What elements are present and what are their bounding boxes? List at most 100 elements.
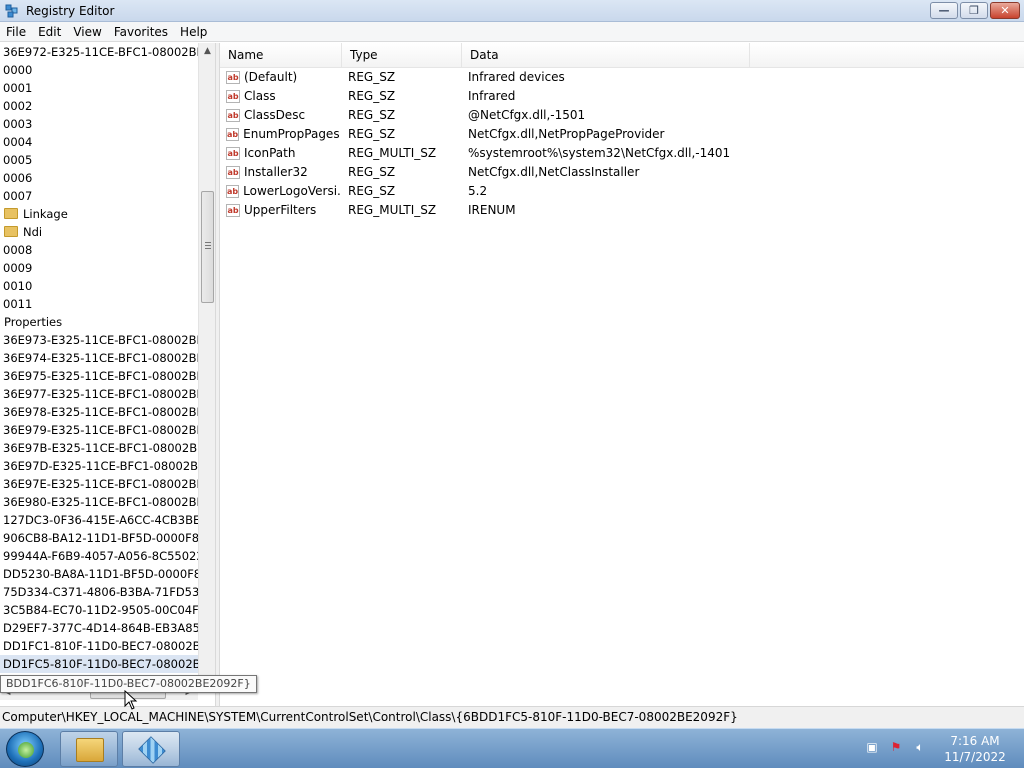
values-list: ab (Default) REG_SZ Infrared devices ab Cl… <box>220 68 1024 220</box>
tree-item[interactable]: 0001 <box>0 79 198 97</box>
tree-item[interactable]: 75D334-C371-4806-B3BA-71FD53C92 <box>0 583 198 601</box>
tree-item-selected[interactable]: DD1FC5-810F-11D0-BEC7-08002BE20 <box>0 655 198 673</box>
values-pane[interactable]: Name Type Data ab (Default) REG_SZ Infrar… <box>220 43 1024 706</box>
value-row[interactable]: ab UpperFilters REG_MULTI_SZ IRENUM <box>220 201 1024 220</box>
tree-item[interactable]: 0004 <box>0 133 198 151</box>
tree-item[interactable]: 0000 <box>0 61 198 79</box>
start-button[interactable] <box>6 731 44 767</box>
value-name: Class <box>244 89 276 103</box>
clock-time: 7:16 AM <box>950 734 1000 748</box>
windows-logo-icon <box>18 742 34 758</box>
tree-item[interactable]: DD1FC1-810F-11D0-BEC7-08002BE20 <box>0 637 198 655</box>
tree-item[interactable]: 0006 <box>0 169 198 187</box>
tree-item[interactable]: 99944A-F6B9-4057-A056-8C55022854 <box>0 547 198 565</box>
taskbar-explorer-button[interactable] <box>60 731 118 767</box>
folder-icon <box>4 208 18 219</box>
tree-item[interactable]: 36E97D-E325-11CE-BFC1-08002BE103 <box>0 457 198 475</box>
column-name-header[interactable]: Name <box>220 43 342 68</box>
string-value-icon: ab <box>226 71 240 84</box>
value-type: REG_SZ <box>348 127 396 141</box>
tree-item[interactable]: D29EF7-377C-4D14-864B-EB3A857693 <box>0 619 198 637</box>
tree-item[interactable]: 127DC3-0F36-415E-A6CC-4CB3BE910 <box>0 511 198 529</box>
string-value-icon: ab <box>226 128 240 141</box>
string-value-icon: ab <box>226 147 240 160</box>
string-value-icon: ab <box>226 90 240 103</box>
tree-item[interactable]: 36E974-E325-11CE-BFC1-08002BE103 <box>0 349 198 367</box>
value-row[interactable]: abEnumPropPages... REG_SZ NetCfgx.dll,Ne… <box>220 125 1024 144</box>
string-value-icon: ab <box>226 204 240 217</box>
menu-help[interactable]: Help <box>174 22 213 41</box>
tree-item[interactable]: 906CB8-BA12-11D1-BF5D-0000F805F5 <box>0 529 198 547</box>
tree-item[interactable]: 36E973-E325-11CE-BFC1-08002BE103 <box>0 331 198 349</box>
menu-view[interactable]: View <box>67 22 107 41</box>
scroll-up-icon[interactable]: ▲ <box>199 43 215 60</box>
value-row[interactable]: ab ClassDesc REG_SZ @NetCfgx.dll,-1501 <box>220 106 1024 125</box>
menu-favorites[interactable]: Favorites <box>108 22 174 41</box>
tree-item[interactable]: 36E977-E325-11CE-BFC1-08002BE103 <box>0 385 198 403</box>
tree-item[interactable]: 0005 <box>0 151 198 169</box>
tree-item[interactable]: 0010 <box>0 277 198 295</box>
folder-icon <box>76 738 104 762</box>
tree-item[interactable]: 0009 <box>0 259 198 277</box>
taskbar-regedit-button[interactable] <box>122 731 180 767</box>
tree-item-linkage[interactable]: Linkage <box>0 205 198 223</box>
maximize-button[interactable]: ❐ <box>960 2 988 19</box>
tree-vertical-scroll-thumb[interactable] <box>201 191 214 303</box>
restore-icon: ❐ <box>969 4 979 17</box>
tree-item[interactable]: 0008 <box>0 241 198 259</box>
clock[interactable]: 7:16 AM 11/7/2022 <box>940 733 1010 765</box>
string-value-icon: ab <box>226 185 240 198</box>
string-value-icon: ab <box>226 109 240 122</box>
network-icon[interactable]: ▣ <box>864 739 880 755</box>
tree-item[interactable]: 36E979-E325-11CE-BFC1-08002BE103 <box>0 421 198 439</box>
menu-bar: File Edit View Favorites Help <box>0 22 1024 42</box>
menu-edit[interactable]: Edit <box>32 22 67 41</box>
tree-item[interactable]: 36E978-E325-11CE-BFC1-08002BE103 <box>0 403 198 421</box>
value-type: REG_SZ <box>348 165 396 179</box>
value-name: (Default) <box>244 70 298 84</box>
value-type: REG_SZ <box>348 184 396 198</box>
value-type: REG_SZ <box>348 108 396 122</box>
key-tree: 36E972-E325-11CE-BFC1-08002BE103 0000 00… <box>0 43 198 673</box>
tree-item[interactable]: 36E980-E325-11CE-BFC1-08002BE103 <box>0 493 198 511</box>
value-type: REG_MULTI_SZ <box>348 203 437 217</box>
tree-item[interactable]: 36E97B-E325-11CE-BFC1-08002BE103 <box>0 439 198 457</box>
tree-item[interactable]: 36E972-E325-11CE-BFC1-08002BE103 <box>0 43 198 61</box>
flag-icon[interactable]: ⚑ <box>888 739 904 755</box>
value-name: ClassDesc <box>244 108 306 122</box>
title-bar[interactable]: Registry Editor — ❐ ✕ <box>0 0 1024 22</box>
value-name: IconPath <box>244 146 296 160</box>
value-type: REG_SZ <box>348 70 396 84</box>
tree-item[interactable]: DD5230-BA8A-11D1-BF5D-0000F805F <box>0 565 198 583</box>
tree-item[interactable]: 0002 <box>0 97 198 115</box>
tree-item[interactable]: 0007 <box>0 187 198 205</box>
close-button[interactable]: ✕ <box>990 2 1020 19</box>
key-tree-pane[interactable]: 36E972-E325-11CE-BFC1-08002BE103 0000 00… <box>0 43 215 703</box>
minimize-button[interactable]: — <box>930 2 958 19</box>
tree-vertical-scrollbar[interactable]: ▲ <box>198 43 215 683</box>
volume-icon[interactable]: 🔈︎ <box>912 739 928 755</box>
value-row[interactable]: ab LowerLogoVersi... REG_SZ 5.2 <box>220 182 1024 201</box>
tree-item-ndi[interactable]: Ndi <box>0 223 198 241</box>
value-row[interactable]: ab (Default) REG_SZ Infrared devices <box>220 68 1024 87</box>
values-column-header: Name Type Data <box>220 43 1024 68</box>
tree-item[interactable]: 36E97E-E325-11CE-BFC1-08002BE103 <box>0 475 198 493</box>
grip-icon <box>205 242 211 249</box>
window-title: Registry Editor <box>26 4 115 18</box>
tree-item[interactable]: 3C5B84-EC70-11D2-9505-00C04F79DE <box>0 601 198 619</box>
value-name: LowerLogoVersi... <box>243 184 340 198</box>
tree-item[interactable]: 0011 <box>0 295 198 313</box>
string-value-icon: ab <box>226 166 240 179</box>
menu-file[interactable]: File <box>0 22 32 41</box>
column-data-header[interactable]: Data <box>462 43 750 68</box>
value-row[interactable]: ab IconPath REG_MULTI_SZ %systemroot%\sys… <box>220 144 1024 163</box>
column-type-header[interactable]: Type <box>342 43 462 68</box>
tree-item[interactable]: 0003 <box>0 115 198 133</box>
tree-item-properties[interactable]: Properties <box>0 313 198 331</box>
value-type: REG_SZ <box>348 89 396 103</box>
value-row[interactable]: ab Installer32 REG_SZ NetCfgx.dll,NetClas… <box>220 163 1024 182</box>
value-type: REG_MULTI_SZ <box>348 146 437 160</box>
value-name: Installer32 <box>244 165 308 179</box>
value-row[interactable]: ab Class REG_SZ Infrared <box>220 87 1024 106</box>
tree-item[interactable]: 36E975-E325-11CE-BFC1-08002BE103 <box>0 367 198 385</box>
